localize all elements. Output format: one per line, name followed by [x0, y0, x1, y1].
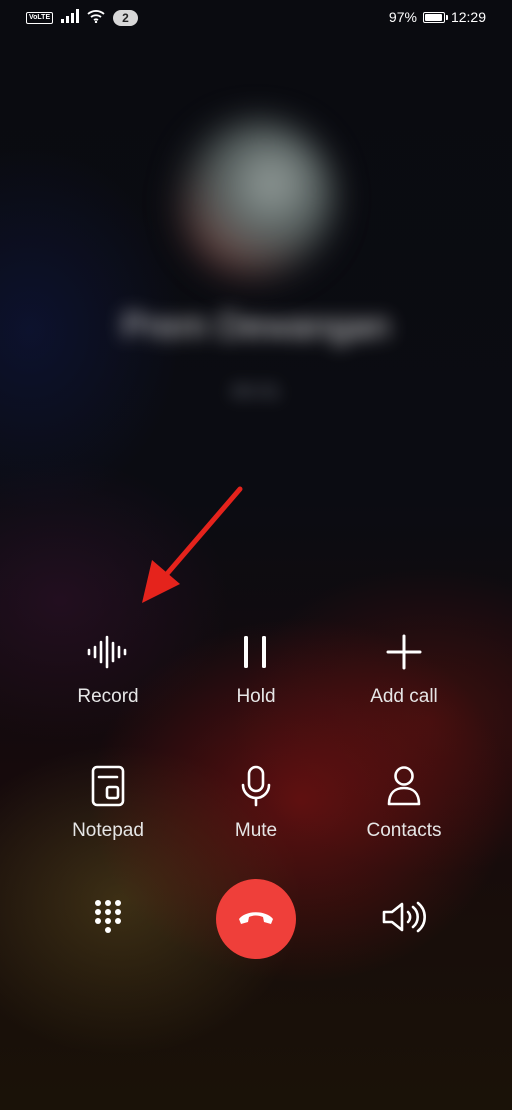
clock: 12:29: [450, 9, 486, 25]
pause-icon: [234, 630, 278, 674]
mute-label: Mute: [234, 820, 278, 841]
notepad-button[interactable]: Notepad: [34, 764, 182, 842]
add-call-label: Add call: [370, 686, 438, 707]
notepad-label: Notepad: [72, 820, 144, 841]
mute-button[interactable]: Mute: [182, 764, 330, 842]
speaker-icon: [381, 900, 427, 939]
add-call-button[interactable]: Add call: [330, 630, 478, 708]
call-duration: 00:01: [230, 381, 282, 403]
dialpad-icon: [93, 898, 123, 941]
plus-icon: [382, 630, 426, 674]
notepad-icon: [86, 764, 130, 808]
status-left: VoLTE 2: [26, 9, 138, 26]
record-button[interactable]: Record: [34, 630, 182, 708]
caller-avatar: [175, 120, 335, 280]
volte-indicator: VoLTE: [26, 11, 54, 24]
contacts-button[interactable]: Contacts: [330, 764, 478, 842]
battery-level: [424, 13, 443, 21]
speaker-button[interactable]: [380, 897, 428, 941]
microphone-icon: [234, 764, 278, 808]
wifi-icon: [87, 9, 105, 26]
record-label: Record: [77, 686, 139, 707]
end-call-button[interactable]: [216, 879, 296, 959]
contacts-label: Contacts: [366, 820, 442, 841]
signal-icon: [61, 9, 80, 26]
caller-name: Prem Dewangan: [121, 305, 391, 346]
dialpad-button[interactable]: [86, 897, 130, 941]
phone-hangup-icon: [236, 907, 276, 932]
battery-icon: [422, 11, 448, 23]
hold-button[interactable]: Hold: [182, 630, 330, 708]
battery-percent: 97%: [388, 9, 417, 25]
waveform-icon: [86, 630, 130, 674]
status-right: 97% 12:29: [389, 9, 486, 25]
notification-badge: 2: [113, 9, 138, 26]
status-bar: VoLTE 2 97% 12:29: [0, 0, 512, 36]
hold-label: Hold: [236, 686, 276, 707]
person-icon: [382, 764, 426, 808]
